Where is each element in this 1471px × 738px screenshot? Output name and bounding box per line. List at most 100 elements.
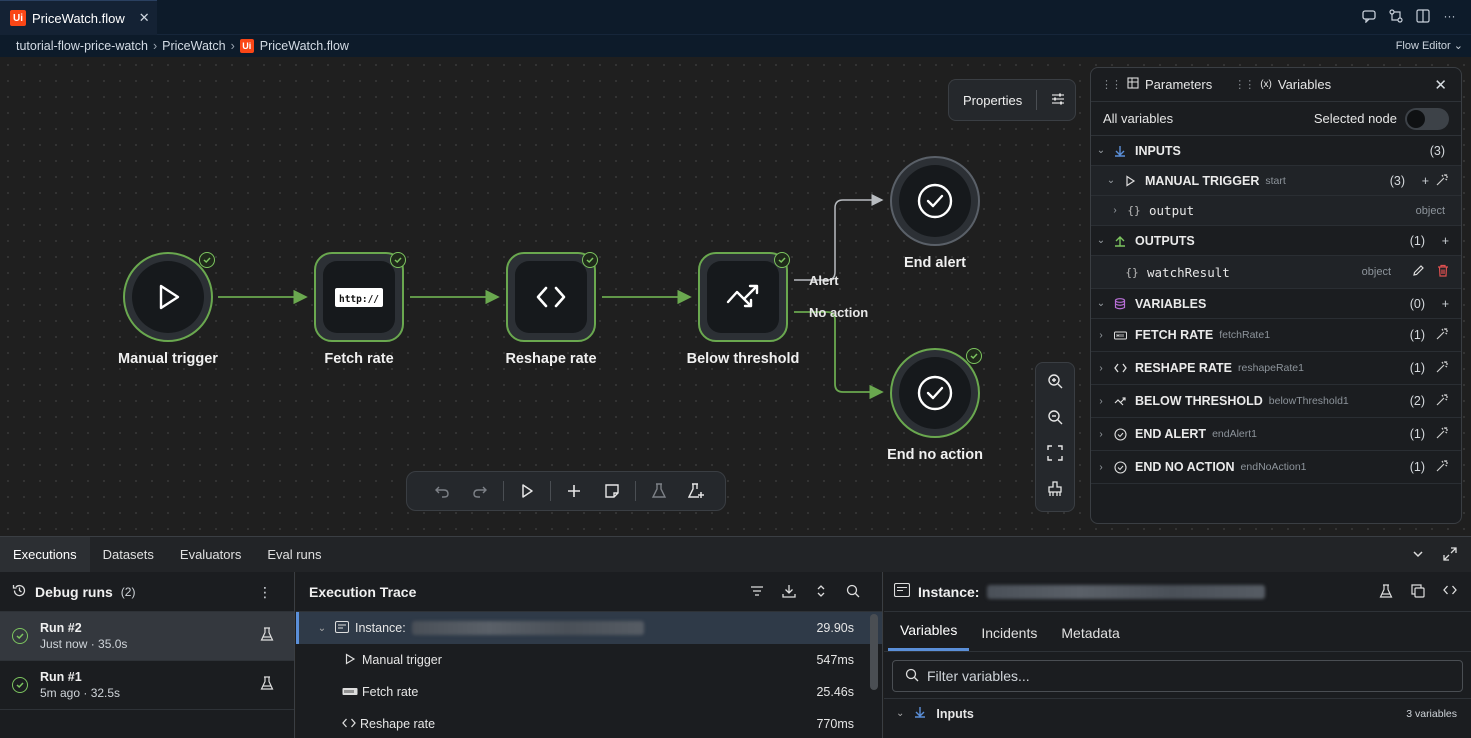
magic-wand-icon[interactable] (1436, 360, 1449, 376)
run-icon[interactable] (508, 477, 546, 505)
flask-icon[interactable] (1379, 584, 1393, 601)
section-inputs[interactable]: ⌄ INPUTS (3) (1091, 136, 1461, 166)
tab-parameters[interactable]: ⋮⋮ Parameters (1101, 77, 1212, 92)
flow-canvas[interactable]: Manual trigger http:// Fetch rate Reshap… (0, 57, 1471, 536)
tab-executions[interactable]: Executions (0, 536, 90, 573)
tab-eval-runs[interactable]: Eval runs (254, 537, 334, 573)
add-icon[interactable] (555, 477, 593, 505)
split-editor-icon[interactable] (1415, 8, 1430, 23)
tidy-layout-icon[interactable] (1043, 477, 1067, 501)
chevron-right-icon: › (1099, 428, 1103, 440)
inputs-section-row[interactable]: ⌄ Inputs 3 variables (884, 698, 1471, 728)
note-icon[interactable] (593, 477, 631, 505)
zoom-out-icon[interactable] (1043, 405, 1067, 429)
history-icon (12, 583, 27, 601)
group-end-alert[interactable]: › END ALERT endAlert1 (1) (1091, 418, 1461, 451)
drag-handle-icon[interactable]: ⋮⋮ (1234, 78, 1255, 91)
node-end-no-action[interactable]: End no action (886, 344, 984, 463)
expand-collapse-icon[interactable] (814, 584, 828, 601)
selected-node-toggle[interactable] (1405, 107, 1449, 130)
compare-icon[interactable] (1388, 8, 1403, 23)
add-icon[interactable]: + (1442, 297, 1449, 311)
node-below-threshold[interactable]: Below threshold (687, 248, 799, 367)
group-reshape-rate[interactable]: › RESHAPE RATE reshapeRate1 (1) (1091, 352, 1461, 385)
success-check-icon (12, 677, 28, 693)
node-end-alert[interactable]: End alert (886, 152, 984, 271)
fit-view-icon[interactable] (1043, 441, 1067, 465)
download-icon[interactable] (782, 584, 796, 601)
delete-icon[interactable] (1437, 264, 1449, 280)
chevron-down-icon: ⌄ (1096, 298, 1106, 309)
section-outputs[interactable]: ⌄ OUTPUTS (1) + (1091, 226, 1461, 256)
add-evaluation-icon[interactable] (678, 477, 716, 505)
drag-handle-icon[interactable]: ⋮⋮ (1101, 78, 1122, 91)
magic-wand-icon[interactable] (1436, 393, 1449, 409)
node-fetch-rate[interactable]: http:// Fetch rate (310, 248, 408, 367)
divider (550, 481, 551, 501)
properties-button[interactable]: Properties (948, 79, 1076, 121)
check-circle-icon (1111, 427, 1129, 441)
breadcrumb-item[interactable]: PriceWatch (162, 39, 225, 53)
tab-evaluators[interactable]: Evaluators (167, 537, 254, 573)
decision-icon (1111, 395, 1129, 407)
tab-incidents[interactable]: Incidents (969, 625, 1049, 651)
trace-row[interactable]: Manual trigger 547ms (296, 644, 882, 676)
section-variables[interactable]: ⌄ VARIABLES (0) + (1091, 289, 1461, 319)
magic-wand-icon[interactable] (1436, 426, 1449, 442)
more-actions-icon[interactable]: ··· (1442, 8, 1457, 23)
close-icon[interactable]: ✕ (1434, 76, 1447, 94)
node-manual-trigger[interactable]: Manual trigger (118, 248, 218, 367)
flask-icon[interactable] (640, 477, 678, 505)
undo-icon[interactable] (423, 477, 461, 505)
edit-icon[interactable] (1412, 264, 1425, 280)
magic-wand-icon[interactable] (1436, 173, 1449, 189)
add-icon[interactable]: + (1442, 234, 1449, 248)
editor-mode-select[interactable]: Flow Editor ⌄ (1396, 39, 1463, 52)
inputs-count: 3 variables (1406, 707, 1457, 720)
add-icon[interactable]: + (1422, 174, 1429, 188)
more-vertical-icon[interactable]: ⋮ (258, 584, 272, 601)
breadcrumb-item[interactable]: tutorial-flow-price-watch (16, 39, 148, 53)
tab-variables[interactable]: Variables (888, 622, 970, 651)
code-icon[interactable] (1443, 584, 1457, 601)
execution-trace-title: Execution Trace (309, 583, 417, 600)
trace-label: Manual trigger (362, 653, 442, 667)
variable-watch-result[interactable]: {} watchResult object (1091, 256, 1461, 289)
magic-wand-icon[interactable] (1436, 459, 1449, 475)
group-end-no-action[interactable]: › END NO ACTION endNoAction1 (1) (1091, 451, 1461, 484)
run-item[interactable]: Run #1 5m ago · 32.5s (0, 661, 294, 710)
group-below-threshold[interactable]: › BELOW THRESHOLD belowThreshold1 (2) (1091, 385, 1461, 418)
flask-icon[interactable] (260, 627, 274, 644)
scrollbar[interactable] (870, 614, 878, 690)
run-item[interactable]: Run #2 Just now · 35.0s (0, 612, 294, 661)
close-icon[interactable]: ✕ (139, 10, 150, 26)
zoom-in-icon[interactable] (1043, 369, 1067, 393)
trace-row-instance[interactable]: ⌄ Instance: 29.90s (296, 612, 882, 644)
search-icon[interactable] (846, 584, 860, 601)
redo-icon[interactable] (461, 477, 499, 505)
variable-output[interactable]: › {} output object (1091, 196, 1461, 226)
group-manual-trigger[interactable]: ⌄ MANUAL TRIGGER start (3) + (1091, 166, 1461, 196)
object-icon: {} (1125, 265, 1139, 279)
tab-variables[interactable]: ⋮⋮ (x) Variables (1234, 77, 1331, 92)
flask-icon[interactable] (260, 676, 274, 693)
breadcrumb-item[interactable]: PriceWatch.flow (260, 39, 349, 53)
filter-variables-input[interactable] (927, 668, 1427, 684)
filter-lines-icon[interactable] (750, 584, 764, 601)
magic-wand-icon[interactable] (1436, 327, 1449, 343)
trace-row[interactable]: Fetch rate 25.46s (296, 676, 882, 708)
check-circle-icon (899, 165, 971, 237)
editor-tab[interactable]: Ui PriceWatch.flow ✕ (0, 0, 157, 35)
chat-icon[interactable] (1361, 8, 1376, 23)
row-name: END NO ACTION (1135, 460, 1235, 474)
node-reshape-rate[interactable]: Reshape rate (502, 248, 600, 367)
collapse-panel-icon[interactable] (1411, 547, 1425, 564)
copy-icon[interactable] (1411, 584, 1425, 601)
maximize-panel-icon[interactable] (1443, 547, 1457, 564)
tab-metadata[interactable]: Metadata (1049, 625, 1131, 651)
trace-row[interactable]: Reshape rate 770ms (296, 708, 882, 738)
tab-datasets[interactable]: Datasets (90, 537, 167, 573)
group-fetch-rate[interactable]: › FETCH RATE fetchRate1 (1) (1091, 319, 1461, 352)
node-frame (698, 252, 788, 342)
node-label: Reshape rate (505, 351, 597, 367)
